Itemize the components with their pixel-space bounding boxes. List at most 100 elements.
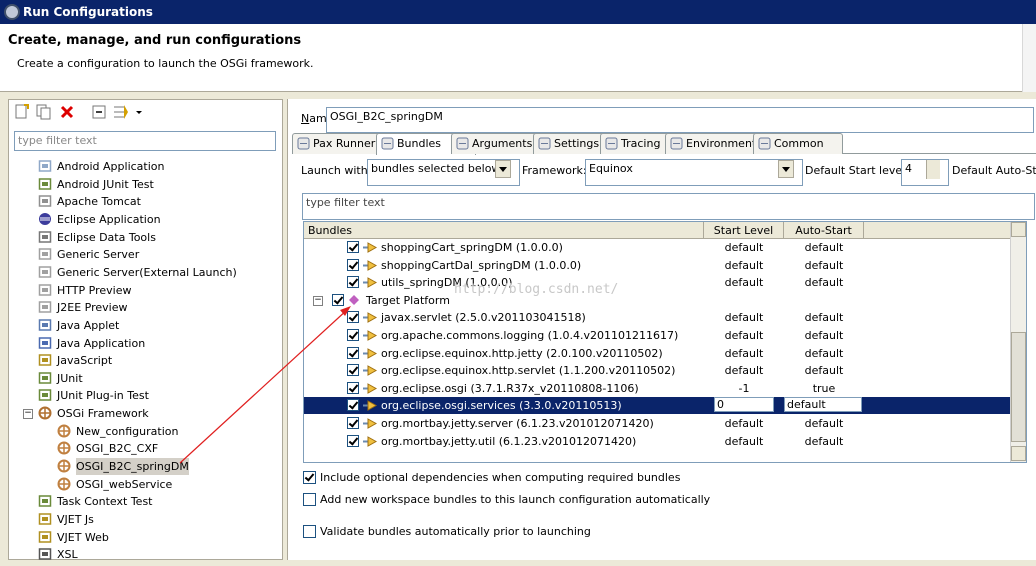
bundle-checkbox[interactable] <box>347 381 359 394</box>
option-label[interactable]: Validate bundles automatically prior to … <box>320 525 591 538</box>
task-test-icon <box>38 494 52 508</box>
column-header-bundles[interactable]: Bundles <box>304 222 704 239</box>
collapse-all-icon[interactable] <box>91 104 107 120</box>
tab-label: Pax Runner <box>313 137 376 150</box>
scroll-up-arrow[interactable] <box>1011 222 1026 237</box>
auto-start-cell[interactable]: default <box>784 433 864 450</box>
collapse-toggle-icon[interactable]: − <box>23 409 33 420</box>
framework-select[interactable]: Equinox <box>585 159 803 186</box>
start-level-cell[interactable]: default <box>704 309 784 326</box>
eclipse-icon <box>38 212 52 226</box>
delete-icon[interactable] <box>59 104 75 120</box>
bundle-checkbox[interactable] <box>347 276 359 289</box>
chevron-down-icon[interactable] <box>495 160 511 178</box>
bundle-row[interactable]: shoppingCart_springDM (1.0.0.0) default de… <box>304 239 1010 256</box>
bundle-row[interactable]: − Target Platform <box>304 292 1010 309</box>
bundle-checkbox[interactable] <box>347 434 359 447</box>
chevron-down-icon[interactable] <box>134 104 144 120</box>
osgi-config-icon <box>57 424 71 438</box>
auto-start-cell[interactable]: default <box>784 345 864 362</box>
server-icon <box>38 247 52 261</box>
bundle-name: javax.servlet (2.5.0.v201103041518) <box>381 311 586 325</box>
auto-start-cell[interactable]: default <box>784 309 864 326</box>
bundle-checkbox[interactable] <box>347 346 359 359</box>
bundle-filter-input[interactable]: type filter text <box>302 193 1035 220</box>
auto-start-cell[interactable]: default <box>784 327 864 344</box>
option-checkbox[interactable] <box>303 493 316 506</box>
auto-start-cell[interactable]: default <box>784 274 864 291</box>
start-level-cell[interactable]: default <box>704 433 784 450</box>
bundle-checkbox[interactable] <box>347 258 359 271</box>
bundle-row[interactable]: org.eclipse.osgi.services (3.3.0.v201105… <box>304 397 1010 415</box>
start-level-cell[interactable]: default <box>704 327 784 344</box>
auto-start-editor[interactable]: default <box>784 397 862 413</box>
tree-item-label: OSGI_B2C_CXF <box>76 442 159 456</box>
bundle-name: org.eclipse.equinox.http.jetty (2.0.100.… <box>381 346 663 360</box>
option-checkbox[interactable] <box>303 471 316 484</box>
new-configuration-icon[interactable] <box>14 104 30 120</box>
bundle-row[interactable]: org.eclipse.equinox.http.servlet (1.1.20… <box>304 362 1010 379</box>
start-level-cell[interactable]: -1 <box>704 380 784 397</box>
auto-start-cell[interactable]: true <box>784 380 864 397</box>
start-level-editor[interactable]: 0 <box>714 397 774 413</box>
plugin-icon <box>362 364 378 377</box>
bundles-table: Bundles Start Level Auto-Start shoppingC… <box>303 221 1027 463</box>
bundle-row[interactable]: javax.servlet (2.5.0.v201103041518) defau… <box>304 309 1010 326</box>
tab-label: Settings <box>554 137 600 150</box>
bundle-row[interactable]: org.eclipse.osgi (3.7.1.R37x_v20110808-1… <box>304 380 1010 397</box>
auto-start-cell[interactable]: default <box>784 362 864 379</box>
header-image <box>1022 24 1036 92</box>
table-scrollbar[interactable] <box>1010 222 1026 462</box>
start-level-cell[interactable]: default <box>704 362 784 379</box>
bundle-checkbox[interactable] <box>347 329 359 341</box>
osgi-config-icon <box>57 441 71 455</box>
tree-item-label: OSGI_webService <box>76 477 173 491</box>
option-checkbox[interactable] <box>303 525 316 538</box>
chevron-down-icon[interactable] <box>778 160 794 178</box>
framework-label: Framework: <box>522 164 587 177</box>
auto-start-cell[interactable]: default <box>784 415 864 432</box>
column-header-empty <box>864 222 1026 239</box>
bundle-row[interactable]: org.eclipse.equinox.http.jetty (2.0.100.… <box>304 345 1010 362</box>
start-level-cell[interactable]: default <box>704 257 784 274</box>
bundle-checkbox[interactable] <box>347 241 359 253</box>
scroll-thumb[interactable] <box>1011 332 1026 442</box>
auto-start-cell[interactable]: default <box>784 239 864 256</box>
filter-icon[interactable] <box>113 104 129 120</box>
tab-common[interactable]: Common <box>753 133 843 154</box>
start-level-cell[interactable]: default <box>704 415 784 432</box>
bundle-row[interactable]: shoppingCartDal_springDM (1.0.0.0) defaul… <box>304 257 1010 274</box>
auto-start-cell[interactable]: default <box>784 257 864 274</box>
start-level-cell[interactable]: default <box>704 239 784 256</box>
bundle-row[interactable]: utils_springDM (1.0.0.0) default default <box>304 274 1010 291</box>
bundle-name: org.eclipse.equinox.http.servlet (1.1.20… <box>381 364 676 378</box>
collapse-toggle-icon[interactable]: − <box>313 295 323 306</box>
column-header-auto-start[interactable]: Auto-Start <box>784 222 864 239</box>
configuration-tree[interactable]: Android Application Android JUnit Test Apa… <box>14 158 282 561</box>
bundle-checkbox[interactable] <box>347 399 359 412</box>
column-header-start-level[interactable]: Start Level <box>704 222 784 239</box>
start-level-cell[interactable]: default <box>704 274 784 291</box>
tree-item-label: Android Application <box>57 160 165 173</box>
bundle-row[interactable]: org.mortbay.jetty.util (6.1.23.v20101207… <box>304 433 1010 450</box>
duplicate-icon[interactable] <box>36 104 52 120</box>
bundle-row[interactable]: org.mortbay.jetty.server (6.1.23.v201012… <box>304 415 1010 432</box>
name-field[interactable]: OSGI_B2C_springDM <box>326 107 1034 133</box>
bundle-checkbox[interactable] <box>347 364 359 377</box>
tree-item-label: Java Applet <box>57 318 120 332</box>
bundle-checkbox[interactable] <box>347 311 359 324</box>
configuration-filter-input[interactable]: type filter text <box>14 131 276 151</box>
start-level-label: Default Start level: <box>805 164 909 177</box>
start-level-spinner[interactable]: 4 <box>901 159 949 186</box>
bundle-checkbox[interactable] <box>332 293 344 306</box>
scroll-down-arrow[interactable] <box>1011 446 1026 461</box>
option-label[interactable]: Include optional dependencies when compu… <box>320 471 680 484</box>
bundle-checkbox[interactable] <box>347 417 359 429</box>
tab-label: Arguments <box>472 137 533 150</box>
plugin-icon <box>362 417 378 430</box>
spinner-arrows[interactable] <box>926 160 940 179</box>
bundles-table-body[interactable]: shoppingCart_springDM (1.0.0.0) default de… <box>304 239 1010 462</box>
bundle-row[interactable]: org.apache.commons.logging (1.0.4.v20110… <box>304 327 1010 344</box>
option-label[interactable]: Add new workspace bundles to this launch… <box>320 493 710 506</box>
start-level-cell[interactable]: default <box>704 345 784 362</box>
